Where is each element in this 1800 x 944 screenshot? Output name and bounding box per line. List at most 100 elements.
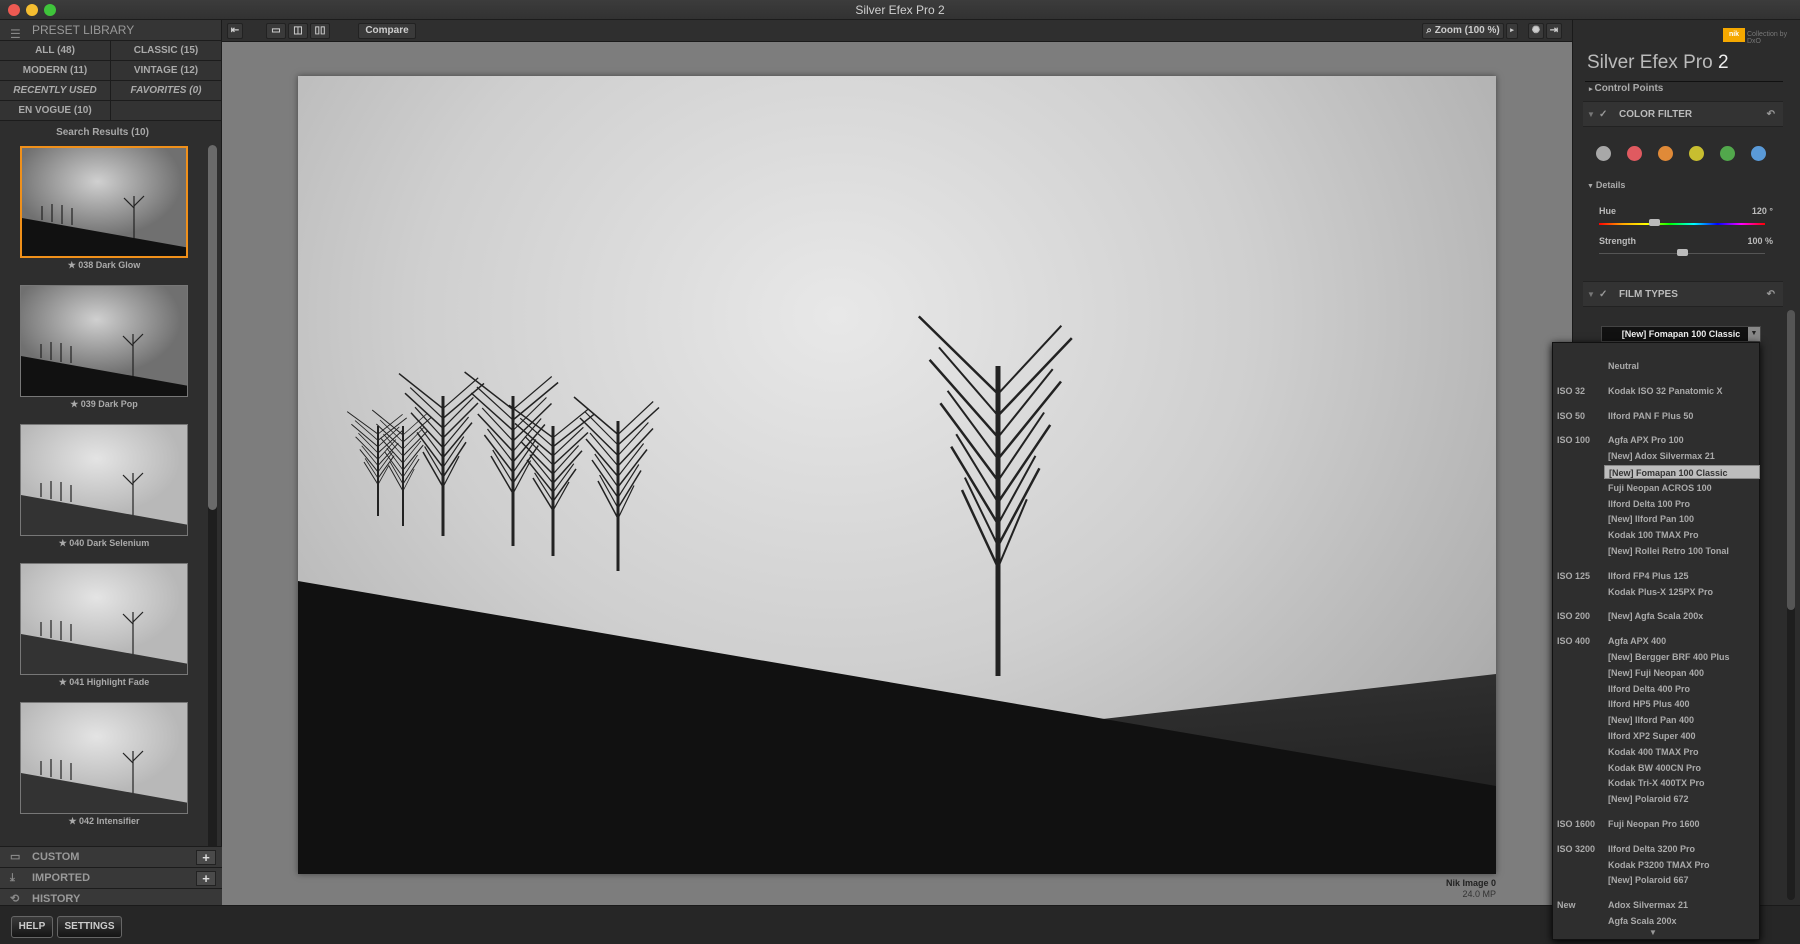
compare-button[interactable]: Compare	[358, 23, 416, 39]
film-type-option[interactable]: [New] Adox Silvermax 21	[1604, 449, 1760, 463]
preset-label: ★ 040 Dark Selenium	[58, 538, 150, 548]
help-button[interactable]: HELP	[11, 916, 53, 938]
film-type-option[interactable]: Ilford FP4 Plus 125	[1604, 569, 1760, 583]
film-type-option[interactable]: [New] Ilford Pan 400	[1604, 713, 1760, 727]
reset-icon[interactable]: ↶	[1767, 102, 1775, 128]
film-type-option[interactable]: Agfa APX 400	[1604, 634, 1760, 648]
film-type-option[interactable]: Agfa APX Pro 100	[1604, 433, 1760, 447]
film-type-option[interactable]: [New] Bergger BRF 400 Plus	[1604, 650, 1760, 664]
add-icon[interactable]: +	[196, 850, 216, 865]
hide-left-panel-icon[interactable]: ⇤	[227, 23, 243, 39]
split-view-icon[interactable]: ◫	[288, 23, 308, 39]
hide-right-panel-icon[interactable]: ⇥	[1546, 23, 1562, 39]
preset-label: ★ 039 Dark Pop	[70, 399, 138, 409]
image-name: Nik Image 0	[1445, 878, 1496, 888]
film-type-option[interactable]: Ilford Delta 100 Pro	[1604, 497, 1760, 511]
section-custom[interactable]: ▭ CUSTOM +	[0, 846, 222, 867]
preset-label: ★ 038 Dark Glow	[67, 260, 141, 270]
image-canvas: Nik Image 0 24.0 MP	[222, 42, 1572, 905]
strength-slider-handle[interactable]	[1677, 249, 1688, 256]
preset-tab[interactable]: RECENTLY USED	[0, 81, 111, 101]
film-type-option[interactable]: Kodak Plus-X 125PX Pro	[1604, 585, 1760, 599]
color-filter-header[interactable]: ▼ ✓ COLOR FILTER ↶	[1583, 101, 1783, 127]
minimize-window-button[interactable]	[26, 4, 38, 16]
hue-label: Hue	[1599, 206, 1617, 216]
add-icon[interactable]: +	[196, 871, 216, 886]
film-type-option[interactable]: [New] Polaroid 672	[1604, 792, 1760, 806]
preset-label: ★ 041 Highlight Fade	[58, 677, 150, 687]
lightbulb-icon[interactable]: ✺	[1528, 23, 1544, 39]
preset-thumbnail[interactable]	[20, 563, 188, 675]
film-type-option[interactable]: Kodak 100 TMAX Pro	[1604, 528, 1760, 542]
iso-group-label: ISO 1600	[1557, 819, 1596, 829]
film-type-option[interactable]: Ilford HP5 Plus 400	[1604, 697, 1760, 711]
iso-group-label: ISO 100	[1557, 435, 1591, 446]
preset-tab[interactable]: VINTAGE (12)	[111, 61, 222, 81]
brand-text: Collection by DxO	[1747, 31, 1788, 45]
preset-thumbnail[interactable]	[20, 146, 188, 258]
zoom-button[interactable]: ⌕ Zoom (100 %)	[1422, 23, 1504, 39]
preset-thumbnail[interactable]	[20, 285, 188, 397]
film-type-option[interactable]: Kodak P3200 TMAX Pro	[1604, 858, 1760, 872]
film-type-option[interactable]: Kodak ISO 32 Panatomic X	[1604, 384, 1760, 398]
enable-checkbox[interactable]: ✓	[1599, 282, 1607, 308]
preset-thumbnail[interactable]	[20, 702, 188, 814]
film-type-option[interactable]: Ilford PAN F Plus 50	[1604, 409, 1760, 423]
film-types-header[interactable]: ▼ ✓ FILM TYPES ↶	[1583, 281, 1783, 307]
color-filter-swatch[interactable]	[1720, 146, 1735, 161]
film-type-option[interactable]: Kodak BW 400CN Pro	[1604, 761, 1760, 775]
film-type-option[interactable]: [New] Fomapan 100 Classic	[1604, 465, 1760, 479]
preset-tab[interactable]: CLASSIC (15)	[111, 41, 222, 61]
film-type-option[interactable]: [New] Fuji Neopan 400	[1604, 666, 1760, 680]
film-type-option[interactable]: Neutral	[1604, 359, 1760, 373]
maximize-window-button[interactable]	[44, 4, 56, 16]
preset-tab[interactable]: MODERN (11)	[0, 61, 111, 81]
film-type-option[interactable]: Ilford Delta 3200 Pro	[1604, 842, 1760, 856]
close-window-button[interactable]	[8, 4, 20, 16]
film-type-option[interactable]: [New] Polaroid 667	[1604, 873, 1760, 887]
adjustments-scrollbar[interactable]	[1787, 310, 1795, 900]
single-view-icon[interactable]: ▭	[266, 23, 286, 39]
hue-slider[interactable]	[1599, 223, 1765, 225]
film-type-option[interactable]: [New] Rollei Retro 100 Tonal	[1604, 544, 1760, 558]
details-label: Details	[1595, 180, 1626, 190]
preset-library-header[interactable]: ☰ PRESET LIBRARY	[0, 20, 221, 41]
enable-checkbox[interactable]: ✓	[1599, 102, 1607, 128]
preset-tab[interactable]: EN VOGUE (10)	[0, 101, 111, 121]
preset-thumbnail[interactable]	[20, 424, 188, 536]
settings-button[interactable]: SETTINGS	[57, 916, 122, 938]
color-filter-swatch[interactable]	[1596, 146, 1611, 161]
scroll-down-arrow-icon[interactable]: ▼	[1649, 928, 1657, 937]
section-imported[interactable]: ⤓ IMPORTED +	[0, 867, 222, 888]
film-type-option[interactable]: [New] Agfa Scala 200x	[1604, 609, 1760, 623]
preset-scrollbar[interactable]	[208, 145, 217, 865]
film-type-select[interactable]: [New] Fomapan 100 Classic ▼	[1601, 326, 1761, 342]
section-label: CUSTOM	[32, 851, 80, 863]
film-type-value: [New] Fomapan 100 Classic	[1621, 329, 1741, 339]
iso-group-label: ISO 125	[1557, 570, 1591, 581]
side-by-side-view-icon[interactable]: ▯▯	[310, 23, 330, 39]
hue-slider-handle[interactable]	[1648, 219, 1660, 226]
zoom-menu-arrow-icon[interactable]: ▸	[1506, 23, 1518, 39]
film-type-option[interactable]: Ilford XP2 Super 400	[1604, 729, 1760, 743]
film-type-option[interactable]: Fuji Neopan Pro 1600	[1604, 817, 1760, 831]
film-type-option[interactable]: Kodak Tri-X 400TX Pro	[1604, 776, 1760, 790]
color-filter-label: COLOR FILTER	[1619, 109, 1693, 120]
film-type-option[interactable]: Agfa Scala 200x	[1604, 914, 1760, 928]
color-filter-swatch[interactable]	[1627, 146, 1642, 161]
details-section[interactable]: ▼ Details	[1587, 180, 1627, 190]
film-type-option[interactable]: Kodak 400 TMAX Pro	[1604, 745, 1760, 759]
preset-tab[interactable]: FAVORITES (0)	[111, 81, 222, 101]
film-type-option[interactable]: Adox Silvermax 21	[1604, 898, 1760, 912]
film-type-option[interactable]: Ilford Delta 400 Pro	[1604, 682, 1760, 696]
color-filter-swatch[interactable]	[1751, 146, 1766, 161]
control-points-section[interactable]: ▸ Control Points	[1589, 83, 1663, 94]
film-type-option[interactable]: Fuji Neopan ACROS 100	[1604, 481, 1760, 495]
color-filter-swatch[interactable]	[1689, 146, 1704, 161]
reset-icon[interactable]: ↶	[1767, 282, 1775, 308]
scrollbar-thumb[interactable]	[208, 145, 217, 510]
film-type-option[interactable]: [New] Ilford Pan 100	[1604, 512, 1760, 526]
scrollbar-thumb[interactable]	[1787, 310, 1795, 610]
app-title: Silver Efex Pro 2	[1587, 52, 1729, 74]
color-filter-swatch[interactable]	[1658, 146, 1673, 161]
